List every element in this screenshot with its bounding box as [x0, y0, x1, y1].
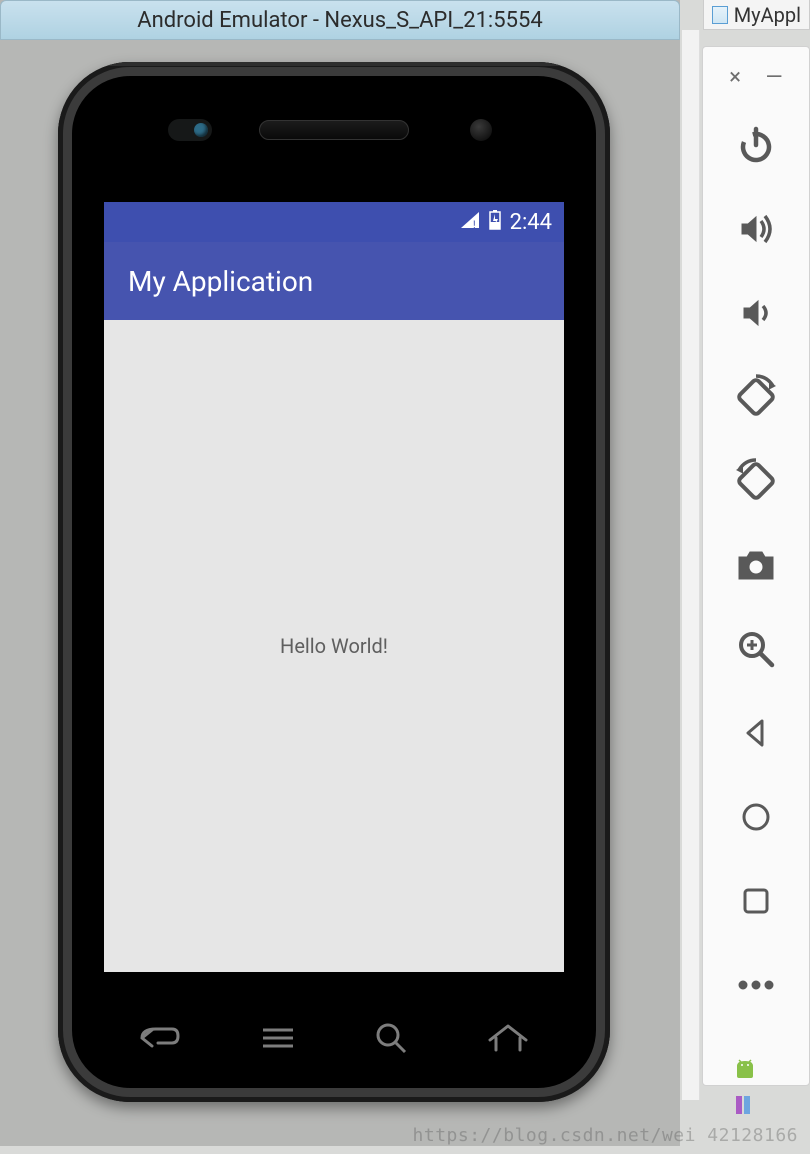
- more-icon[interactable]: [727, 956, 785, 1014]
- ide-sidebar-strip: [682, 30, 700, 1100]
- toolbar-close-button[interactable]: ×: [729, 65, 741, 90]
- device-sensors: [58, 120, 610, 140]
- status-time: 2:44: [510, 210, 552, 235]
- back-hw-button[interactable]: [138, 1021, 182, 1059]
- layout-switch-icon[interactable]: [736, 1096, 756, 1114]
- device-screen[interactable]: ! 2:44 My Application Hello World!: [104, 202, 564, 972]
- volume-rocker[interactable]: [58, 482, 60, 612]
- hello-text: Hello World!: [280, 634, 388, 658]
- emulator-toolbar: × —: [702, 46, 810, 1086]
- overview-nav-icon[interactable]: [727, 872, 785, 930]
- emulator-window: Android Emulator - Nexus_S_API_21:5554 !…: [0, 0, 680, 1146]
- svg-text:!: !: [473, 220, 476, 229]
- hardware-buttons: [138, 1020, 530, 1060]
- app-bar: My Application: [104, 242, 564, 320]
- status-bar: ! 2:44: [104, 202, 564, 242]
- watermark-text: https://blog.csdn.net/wei 42128166: [413, 1125, 798, 1146]
- app-content: Hello World!: [104, 320, 564, 972]
- android-icon: [734, 1058, 756, 1086]
- power-button[interactable]: [608, 282, 610, 362]
- toolbar-minimize-button[interactable]: —: [766, 65, 783, 90]
- signal-icon: !: [460, 211, 480, 233]
- front-camera: [470, 119, 492, 141]
- ide-file-tab[interactable]: MyAppl: [703, 0, 810, 30]
- volume-down-icon[interactable]: [727, 284, 785, 342]
- app-title: My Application: [128, 265, 313, 298]
- emulator-title: Android Emulator - Nexus_S_API_21:5554: [137, 8, 542, 33]
- emulator-titlebar[interactable]: Android Emulator - Nexus_S_API_21:5554: [0, 0, 680, 40]
- toolbar-window-controls: × —: [703, 65, 809, 116]
- back-nav-icon[interactable]: [727, 704, 785, 762]
- volume-up-icon[interactable]: [727, 200, 785, 258]
- home-nav-icon[interactable]: [727, 788, 785, 846]
- rotate-left-icon[interactable]: [727, 368, 785, 426]
- home-hw-button[interactable]: [486, 1022, 530, 1058]
- power-icon[interactable]: [727, 116, 785, 174]
- device-frame: ! 2:44 My Application Hello World!: [58, 62, 610, 1102]
- ide-file-tab-label: MyAppl: [734, 3, 801, 27]
- file-icon: [712, 6, 728, 24]
- proximity-sensor: [168, 119, 212, 141]
- rotate-right-icon[interactable]: [727, 452, 785, 510]
- battery-icon: [488, 210, 502, 234]
- search-hw-button[interactable]: [373, 1020, 409, 1060]
- earpiece: [259, 120, 409, 140]
- device-top-band: [74, 62, 594, 66]
- screenshot-icon[interactable]: [727, 536, 785, 594]
- menu-hw-button[interactable]: [259, 1024, 297, 1056]
- zoom-icon[interactable]: [727, 620, 785, 678]
